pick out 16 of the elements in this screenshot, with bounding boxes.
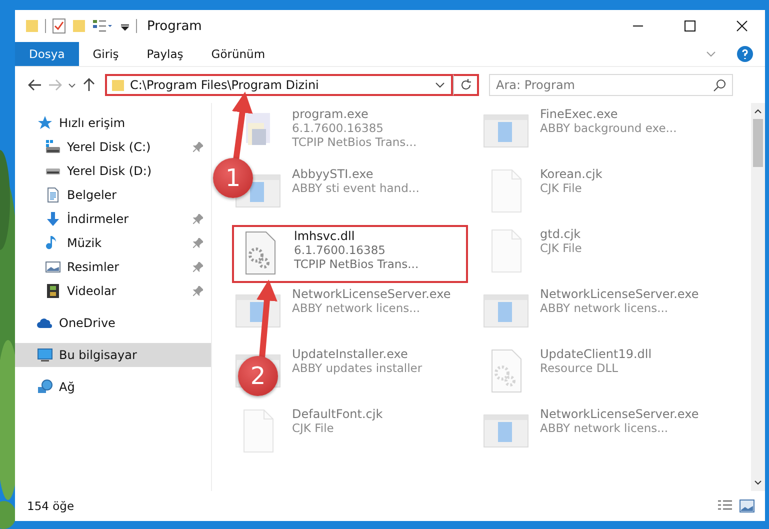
file-detail: CJK File (292, 421, 335, 435)
file-detail: CJK File (540, 241, 582, 255)
file-detail: TCPIP NetBios Trans... (294, 257, 419, 271)
file-detail: Resource DLL (540, 361, 620, 375)
file-detail: 6.1.7600.16385 (294, 243, 386, 257)
item-count: 154 öğe (27, 499, 76, 513)
file-detail: TCPIP NetBios Trans... (292, 135, 417, 149)
file-detail: 6.1.7600.16385 (292, 121, 384, 135)
file-detail: ABBY sti event hand... (292, 181, 420, 195)
file-detail: CJK File (540, 181, 583, 195)
window-title: Program (147, 18, 203, 34)
file-detail: ABBY network licens... (540, 301, 670, 315)
file-detail: ABBY network licens... (292, 301, 422, 315)
file-detail: ABBY network licens... (540, 421, 670, 435)
file-detail: ABBY updates installer (292, 361, 422, 375)
file-detail: ABBY background exe... (540, 121, 677, 135)
